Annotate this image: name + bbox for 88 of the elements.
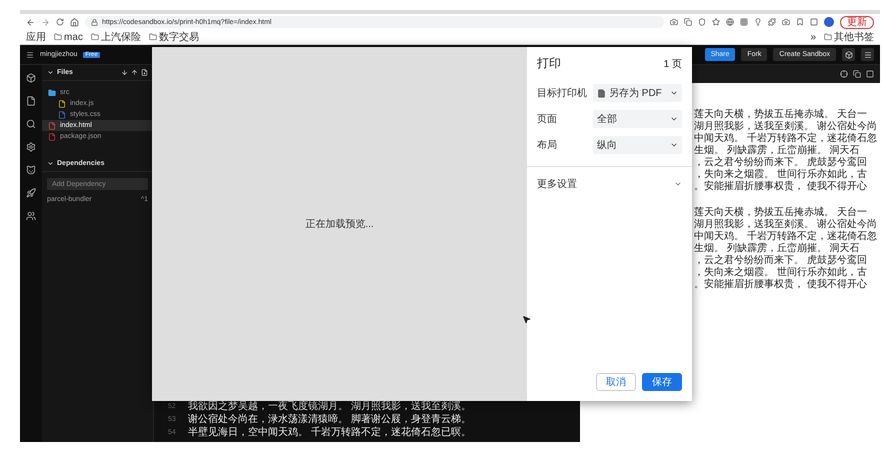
bookmark-item[interactable]: »: [810, 32, 816, 42]
folder-icon: [90, 33, 99, 41]
settings-icon[interactable]: [26, 142, 36, 152]
code-line: 半壁见海日，空中闻天鸡。 千岩万转路不定，迷花倚石忽已暝。: [188, 426, 472, 439]
preview-text-line: 莲天向天横，势拔五岳掩赤城。 天台一: [694, 109, 868, 120]
arrow-up-icon[interactable]: [131, 69, 138, 76]
preview-text-line: 莲天向天横，势拔五岳掩赤城。 天台一: [694, 207, 868, 218]
bookmark-item[interactable]: 应用: [26, 30, 46, 44]
cube-button[interactable]: [842, 48, 855, 61]
setting-dropdown[interactable]: 纵向: [593, 136, 682, 154]
cube-icon[interactable]: [26, 73, 36, 83]
globe-icon[interactable]: [726, 18, 734, 26]
forward-icon[interactable]: [41, 18, 50, 26]
reload-icon[interactable]: [56, 18, 64, 26]
lock-icon: [91, 18, 98, 26]
shield-icon[interactable]: [698, 18, 706, 26]
home-icon[interactable]: [70, 18, 79, 26]
bookmark-item[interactable]: 其他书签: [824, 30, 874, 44]
chevron-icon: [670, 89, 678, 97]
chevron-icon: [670, 115, 678, 123]
preview-text-line: ，失向来之烟霞。 世间行乐亦如此，古: [694, 169, 868, 180]
more-settings-toggle[interactable]: 更多设置: [537, 177, 682, 191]
dialog-button[interactable]: 取消: [596, 373, 636, 391]
rocket-icon[interactable]: [26, 188, 36, 198]
setting-label: 页面: [537, 113, 558, 126]
copy-icon[interactable]: [853, 70, 861, 78]
lightbulb-icon[interactable]: [754, 18, 762, 26]
dialog-button[interactable]: 保存: [642, 373, 682, 391]
chevron-icon: [670, 141, 678, 149]
setting-label: 目标打印机: [537, 86, 588, 100]
camera-icon[interactable]: [782, 18, 790, 26]
preview-text-line: 湖月照我影，送我至剡溪。 谢公宿处今尚: [694, 219, 878, 230]
code-line: 我欲因之梦吴越，一夜飞度镜湖月。 湖月照我影，送我至剡溪。: [188, 400, 472, 413]
search-icon[interactable]: [26, 119, 36, 129]
preview-text-line: 中闻天鸡。 千岩万转路不定，迷花倚石忽: [694, 133, 878, 144]
update-button[interactable]: 更新: [840, 16, 874, 28]
arrow-down-icon[interactable]: [121, 69, 128, 76]
chevron-icon[interactable]: [47, 160, 54, 167]
cube-icon: [844, 50, 852, 58]
mouse-cursor-icon: [522, 315, 531, 324]
bookmark-item[interactable]: 数字交易: [148, 30, 199, 44]
more-button[interactable]: [861, 48, 874, 61]
page-count: 1 页: [664, 58, 682, 70]
new-file-icon[interactable]: [141, 69, 148, 76]
puzzle-icon[interactable]: [768, 18, 776, 26]
folder-icon: [148, 33, 157, 41]
file-icon[interactable]: [26, 96, 36, 106]
menu-icon[interactable]: [26, 50, 34, 58]
cat-icon[interactable]: [26, 165, 36, 175]
setting-dropdown[interactable]: 另存为 PDF: [593, 84, 682, 102]
preview-text-line: 湖月照我影，送我至剡溪。 谢公宿处今尚: [694, 121, 878, 132]
file-icon: [48, 132, 56, 140]
copy-icon[interactable]: [684, 18, 692, 26]
folder-icon: [48, 88, 56, 96]
preview-text-line: 。安能摧眉折腰事权贵， 使我不得开心: [694, 181, 868, 193]
bookmark-item[interactable]: mac: [54, 32, 83, 42]
back-icon[interactable]: [26, 18, 35, 26]
star-icon[interactable]: [712, 18, 720, 26]
folder-icon: [824, 33, 832, 41]
bookmark-item[interactable]: 上汽保险: [90, 30, 141, 44]
square-icon[interactable]: [810, 18, 818, 26]
users-icon[interactable]: [26, 211, 36, 221]
preview-text-line: 生烟。 列缺霹雳，丘峦崩摧。 洞天石: [694, 145, 861, 156]
setting-label: 布局: [537, 139, 558, 152]
folder-icon: [54, 33, 62, 41]
code-line: 谢公宿处今尚在，渌水荡漾清猿啼。 脚著谢公屐，身登青云梯。: [188, 412, 472, 426]
camera-icon[interactable]: [670, 18, 678, 26]
square-icon[interactable]: [866, 70, 874, 78]
preview-text-line: 。安能摧眉折腰事权贵， 使我不得开心: [694, 279, 868, 291]
bookmark-icon[interactable]: [796, 18, 804, 26]
file-icon: [48, 122, 56, 130]
file-icon: [58, 110, 66, 118]
file-icon: [58, 100, 66, 108]
chevron-icon: [674, 180, 682, 188]
crosshair-icon[interactable]: [840, 70, 848, 78]
preview-text-line: ，云之君兮纷纷而来下。 虎鼓瑟兮鸾回: [694, 157, 868, 168]
file-icon: [597, 88, 606, 98]
grid-icon[interactable]: [740, 18, 748, 26]
preview-text-line: 中闻天鸡。 千岩万转路不定，迷花倚石忽: [694, 231, 878, 242]
preview-text-line: 生烟。 列缺霹雳，丘峦崩摧。 洞天石: [694, 243, 861, 254]
loading-text: 正在加载预览...: [305, 218, 374, 231]
setting-dropdown[interactable]: 全部: [593, 110, 682, 128]
preview-text-line: ，云之君兮纷纷而来下。 虎鼓瑟兮鸾回: [694, 255, 868, 266]
menu-icon: [864, 50, 872, 58]
profile-avatar[interactable]: [824, 17, 834, 27]
preview-text-line: ，失向来之烟霞。 世间行乐亦如此，古: [694, 267, 868, 278]
chevron-icon[interactable]: [47, 69, 54, 76]
dialog-title: 打印: [537, 55, 561, 72]
